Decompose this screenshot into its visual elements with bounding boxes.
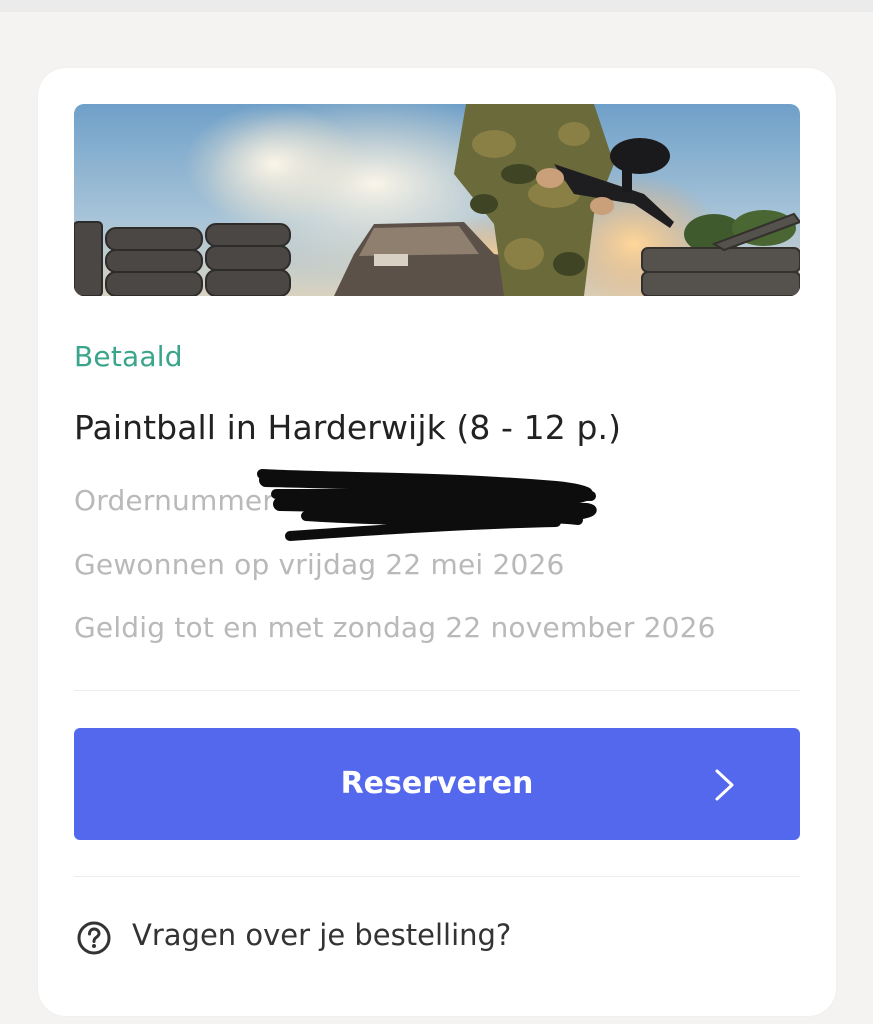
chevron-right-icon [715,769,734,801]
divider [74,690,800,691]
redaction-scribble [257,469,597,541]
reserve-button-label: Reserveren [340,766,534,801]
order-number-label: Ordernummer: [74,484,284,517]
product-image [74,104,800,296]
reserve-button[interactable]: Reserveren [74,728,800,840]
top-bar [0,0,873,12]
question-circle-icon [77,921,111,955]
order-card: Betaald Paintball in Harderwijk (8 - 12 … [38,68,836,1016]
payment-status: Betaald [74,340,183,373]
paintball-photo [74,104,800,296]
product-title: Paintball in Harderwijk (8 - 12 p.) [74,408,622,447]
order-number: Ordernummer: [74,484,283,517]
order-help-link[interactable]: Vragen over je bestelling? [74,916,674,960]
divider [74,876,800,877]
won-date: Gewonnen op vrijdag 22 mei 2026 [74,548,565,581]
order-help-label: Vragen over je bestelling? [132,918,512,952]
valid-until-date: Geldig tot en met zondag 22 november 202… [74,611,716,644]
